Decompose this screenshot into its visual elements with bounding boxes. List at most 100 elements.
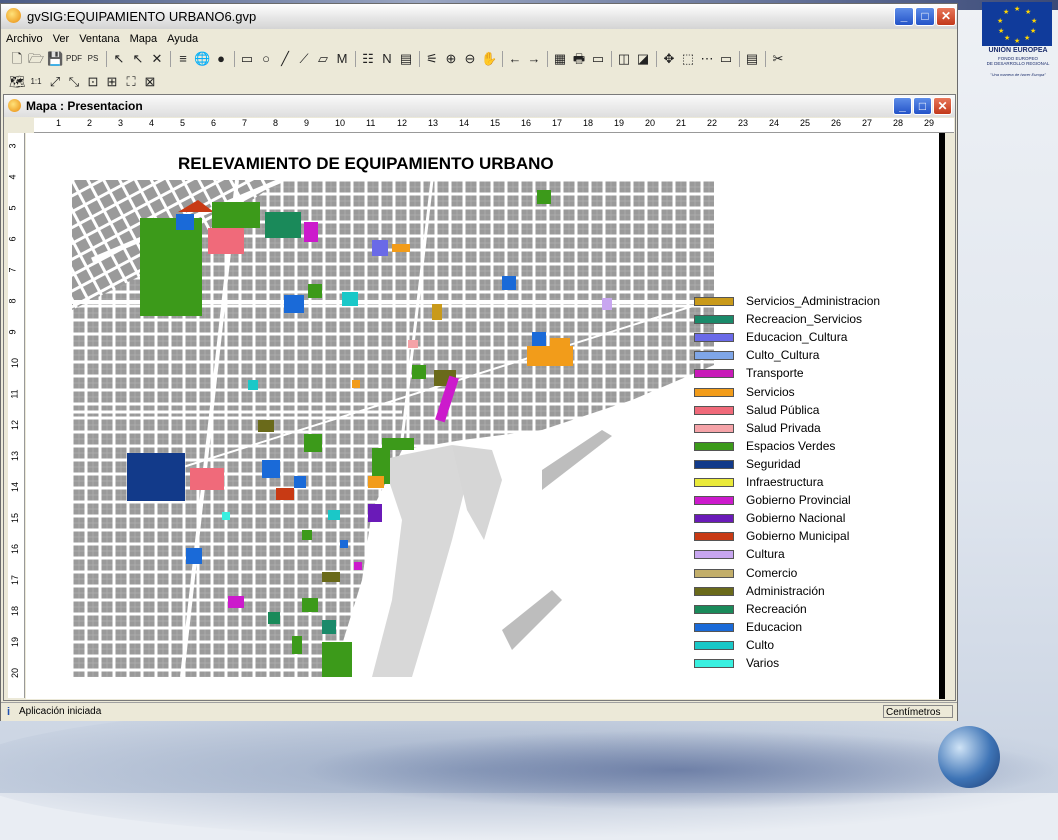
legend-label: Salud Privada (746, 420, 821, 435)
toolbar-zoom: 🗺 1:1 ⤢ ⤡ ⊡ ⊞ ⛶ ⊠ (1, 71, 957, 93)
legend-swatch (694, 333, 734, 343)
legend-swatch (694, 640, 734, 650)
zoom-out-icon[interactable]: ⊖ (462, 51, 478, 67)
save-icon[interactable]: 💾 (47, 51, 63, 67)
polyline-icon[interactable]: ⟋ (296, 51, 312, 67)
ruler-h-label: 13 (428, 118, 439, 128)
layout-maximize-button[interactable]: □ (913, 97, 932, 115)
legend-item: Culto (694, 638, 924, 654)
zoom-select-icon[interactable]: ⊡ (85, 74, 101, 90)
open-folder-icon[interactable]: 🗁 (28, 51, 44, 67)
export-pdf-icon[interactable]: PDF (66, 51, 82, 67)
layout-window: Mapa : Presentacion _ □ ✕ 1 2 3 4 5 6 7 8 9 10 11 1… (3, 94, 956, 701)
table-icon[interactable]: ▦ (552, 51, 568, 67)
ruler-v-label: 7 (8, 267, 18, 273)
zoom-window-icon[interactable]: ⛶ (123, 74, 139, 90)
ruler-h-label: 22 (707, 118, 718, 128)
layout-title-bar[interactable]: Mapa : Presentacion _ □ ✕ (4, 95, 955, 117)
legend-swatch (694, 586, 734, 596)
toolbar-separator (419, 51, 420, 67)
circle-icon[interactable]: ○ (258, 51, 274, 67)
legend-item: Salud Privada (694, 421, 924, 437)
legend-item: Seguridad (694, 457, 924, 473)
ruler-v-label: 4 (8, 174, 18, 180)
tools-icon[interactable]: ✂ (770, 51, 786, 67)
delete-icon[interactable]: ✕ (149, 51, 165, 67)
select-pointer-icon[interactable]: ↖ (111, 51, 127, 67)
move-icon[interactable]: ✥ (661, 51, 677, 67)
line-icon[interactable]: ╱ (277, 51, 293, 67)
zoom-real-icon[interactable]: 1:1 (28, 74, 44, 90)
north-icon[interactable]: N (379, 51, 395, 67)
legend-swatch (694, 550, 734, 560)
properties-icon[interactable]: ▤ (744, 51, 760, 67)
toolbar-separator (739, 51, 740, 67)
menu-ayuda[interactable]: Ayuda (162, 31, 203, 45)
units-field[interactable]: Centímetros (883, 705, 953, 718)
legend-item: Recreación (694, 602, 924, 618)
insert-view-icon[interactable]: 🌐 (194, 51, 210, 67)
frame-icon[interactable]: ▭ (718, 51, 734, 67)
layout-app-icon (8, 99, 21, 112)
window-title: gvSIG:EQUIPAMIENTO URBANO6.gvp (27, 9, 257, 24)
collapse-icon[interactable]: ⤡ (66, 74, 82, 90)
print-icon[interactable]: 🖶 (571, 51, 587, 67)
status-message: Aplicación iniciada (19, 706, 102, 717)
page-setup-icon[interactable]: ▭ (590, 51, 606, 67)
grid-icon[interactable]: ⋯ (699, 51, 715, 67)
layout-window-title: Mapa : Presentacion (26, 99, 143, 113)
close-button[interactable]: ✕ (936, 7, 956, 26)
scale-bar-icon[interactable]: ▤ (398, 51, 414, 67)
legend-swatch (694, 478, 734, 487)
legend-icon[interactable]: ☷ (360, 51, 376, 67)
legend-item: Varios (694, 656, 924, 672)
toolbar-separator (765, 51, 766, 67)
maximize-button[interactable]: □ (915, 7, 935, 26)
legend-item: Administración (694, 584, 924, 600)
redo-icon[interactable]: → (526, 51, 542, 67)
pan-icon[interactable]: ✋ (481, 51, 497, 67)
ruler-h-label: 14 (459, 118, 470, 128)
menu-ver[interactable]: Ver (48, 31, 75, 45)
group-icon[interactable]: ◫ (616, 51, 632, 67)
layout-close-button[interactable]: ✕ (933, 97, 952, 115)
menu-mapa[interactable]: Mapa (125, 31, 163, 45)
zoom-page-icon[interactable]: ⊠ (142, 74, 158, 90)
ruler-v-label: 6 (8, 236, 18, 242)
eu-title: UNIÓN EUROPEA (988, 47, 1048, 54)
polygon-icon[interactable]: ▱ (315, 51, 331, 67)
point-icon[interactable]: ● (213, 51, 229, 67)
ungroup-icon[interactable]: ◪ (635, 51, 651, 67)
new-file-icon[interactable]: 🗋 (9, 51, 25, 67)
map-title: RELEVAMIENTO DE EQUIPAMIENTO URBANO (178, 154, 554, 173)
zoom-layout-icon[interactable]: ⚟ (424, 51, 440, 67)
align-icon[interactable]: ≡ (175, 51, 191, 67)
minimize-button[interactable]: _ (894, 7, 914, 26)
ruler-v-label: 13 (10, 450, 21, 462)
title-bar[interactable]: gvSIG:EQUIPAMIENTO URBANO6.gvp _ □ ✕ (1, 4, 957, 29)
zoom-full-icon[interactable]: 🗺 (9, 74, 26, 90)
menu-ventana[interactable]: Ventana (74, 31, 124, 45)
select-box-icon[interactable]: ⬚ (680, 51, 696, 67)
rectangle-icon[interactable]: ▭ (239, 51, 255, 67)
export-ps-icon[interactable]: PS (85, 51, 101, 67)
ruler-h-label: 26 (831, 118, 842, 128)
text-icon[interactable]: M (334, 51, 350, 67)
city-map[interactable] (72, 180, 714, 677)
arrow-pointer-icon[interactable]: ↖ (130, 51, 146, 67)
zoom-in-icon[interactable]: ⊕ (443, 51, 459, 67)
eu-subtitle: FONDO EUROPEO DE DESARROLLO REGIONAL (986, 56, 1050, 66)
expand-icon[interactable]: ⤢ (47, 74, 63, 90)
layout-page[interactable]: RELEVAMIENTO DE EQUIPAMIENTO URBANO Serv… (26, 133, 939, 699)
layout-minimize-button[interactable]: _ (893, 97, 912, 115)
legend-item: Infraestructura (694, 475, 924, 491)
ruler-h-label: 21 (676, 118, 687, 128)
ruler-h-label: 8 (273, 118, 279, 128)
ruler-h-label: 2 (87, 118, 93, 128)
zoom-layout2-icon[interactable]: ⊞ (104, 74, 120, 90)
undo-icon[interactable]: ← (507, 51, 523, 67)
legend-swatch (694, 532, 734, 542)
menu-archivo[interactable]: Archivo (1, 31, 48, 45)
ruler-v-label: 3 (8, 143, 18, 149)
eu-motto: "Una manera de hacer Europa" (990, 72, 1046, 77)
